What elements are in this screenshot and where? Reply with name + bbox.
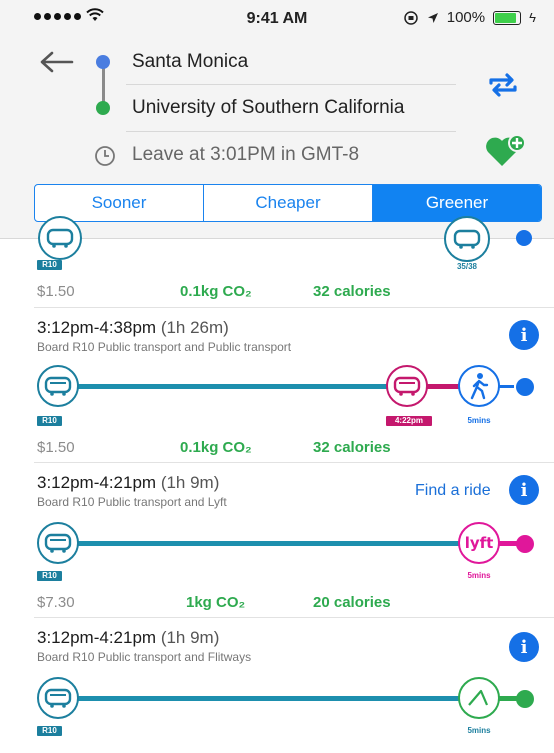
- route-calories: 20 calories: [313, 594, 391, 611]
- route-price: $7.30: [37, 594, 75, 611]
- flitways-icon: [458, 677, 500, 719]
- find-ride-link[interactable]: Find a ride: [415, 482, 491, 500]
- info-icon[interactable]: i: [509, 475, 539, 505]
- origin-dot: [96, 55, 110, 69]
- tab-cheaper[interactable]: Cheaper: [204, 185, 373, 221]
- route-card[interactable]: R10 35/38 $1.50 0.1kg CO₂ 32 calories: [0, 216, 554, 308]
- bus-icon: [38, 216, 82, 260]
- route-track: [62, 541, 462, 546]
- destination-dot: [96, 101, 110, 115]
- transfer-time-tag: 4:22pm: [386, 416, 432, 426]
- tab-greener[interactable]: Greener: [373, 185, 541, 221]
- route-card[interactable]: 3:12pm-4:21pm (1h 9m) Board R10 Public t…: [0, 463, 554, 618]
- route-time-range: 3:12pm-4:21pm: [37, 628, 157, 647]
- rotation-lock-icon: [403, 10, 418, 25]
- route-duration: (1h 26m): [160, 318, 229, 337]
- end-dot: [516, 535, 534, 553]
- lyft-logo: lyft: [458, 522, 500, 564]
- route-card[interactable]: 3:12pm-4:21pm (1h 9m) Board R10 Public t…: [0, 618, 554, 753]
- end-dot: [516, 378, 534, 396]
- back-arrow-icon[interactable]: [38, 50, 74, 74]
- bus-icon: [37, 365, 79, 407]
- trip-header: Santa Monica University of Southern Cali…: [0, 38, 554, 239]
- bus-icon: [386, 365, 428, 407]
- favorite-add-icon[interactable]: [485, 133, 527, 169]
- battery-icon: [493, 10, 522, 25]
- bus-icon: [444, 216, 490, 262]
- route-track: [498, 696, 518, 701]
- walk-icon: [458, 365, 500, 407]
- route-calories: 32 calories: [313, 283, 391, 300]
- route-calories: 32 calories: [313, 439, 391, 456]
- charging-icon: ϟ: [529, 10, 536, 25]
- location-icon: [427, 12, 438, 23]
- route-track: [62, 696, 462, 701]
- info-icon[interactable]: i: [509, 632, 539, 662]
- route-price: $1.50: [37, 283, 75, 300]
- route-duration: (1h 9m): [160, 628, 220, 647]
- end-dot: [516, 230, 532, 246]
- swap-icon[interactable]: [487, 72, 519, 98]
- status-bar: 9:41 AM 100% ϟ: [0, 0, 554, 38]
- bus-icon: [37, 522, 79, 564]
- divider: [126, 84, 456, 85]
- battery-percent: 100%: [446, 9, 486, 26]
- bus-icon: [37, 677, 79, 719]
- route-description: Board R10 Public transport and Public tr…: [37, 340, 292, 354]
- route-tag: R10: [37, 416, 62, 426]
- walk-time: 5mins: [467, 416, 491, 425]
- divider: [126, 131, 456, 132]
- flitways-time: 5mins: [467, 726, 491, 735]
- route-tag: R10: [37, 260, 62, 270]
- destination-field[interactable]: University of Southern California: [132, 97, 404, 119]
- route-track: [62, 384, 402, 389]
- route-co2: 1kg CO₂: [186, 594, 246, 611]
- route-description: Board R10 Public transport and Lyft: [37, 495, 227, 509]
- route-description: Board R10 Public transport and Flitways: [37, 650, 252, 664]
- clock-icon: [95, 146, 115, 166]
- route-price: $1.50: [37, 439, 75, 456]
- origin-field[interactable]: Santa Monica: [132, 51, 248, 73]
- route-track: [498, 541, 518, 546]
- info-icon[interactable]: i: [509, 320, 539, 350]
- route-time-range: 3:12pm-4:38pm: [37, 318, 157, 337]
- dest-tag: 35/38: [456, 262, 478, 271]
- lyft-time: 5mins: [467, 571, 491, 580]
- route-tag: R10: [37, 571, 62, 581]
- route-duration: (1h 9m): [160, 473, 220, 492]
- route-co2: 0.1kg CO₂: [180, 283, 252, 300]
- route-co2: 0.1kg CO₂: [180, 439, 252, 456]
- route-time-range: 3:12pm-4:21pm: [37, 473, 157, 492]
- route-card[interactable]: 3:12pm-4:38pm (1h 26m) Board R10 Public …: [0, 308, 554, 463]
- end-dot: [516, 690, 534, 708]
- route-tag: R10: [37, 726, 62, 736]
- leave-time[interactable]: Leave at 3:01PM in GMT-8: [132, 144, 359, 166]
